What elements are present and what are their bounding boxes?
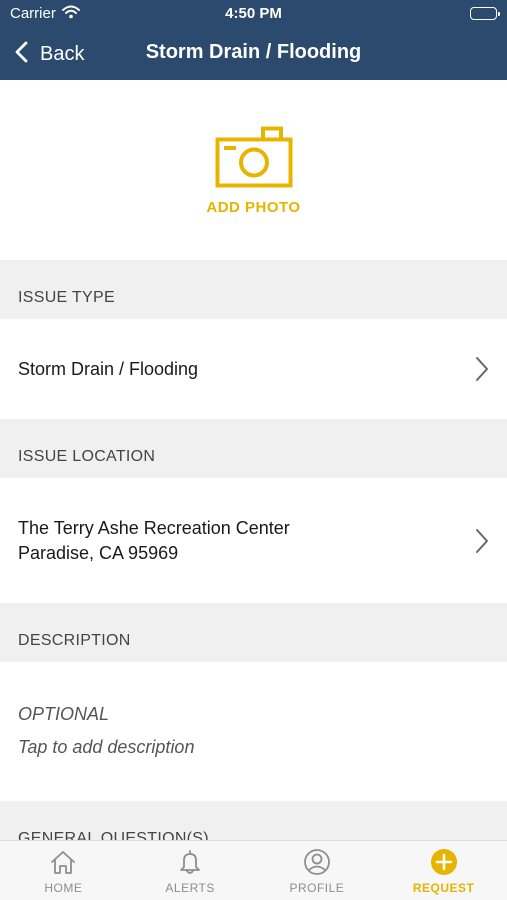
tab-bar: HOME ALERTS PROFILE REQUEST (0, 840, 507, 900)
navigation-bar: Back Storm Drain / Flooding (0, 28, 507, 80)
chevron-right-icon (475, 528, 489, 559)
issue-location-row[interactable]: The Terry Ashe Recreation Center Paradis… (0, 478, 507, 603)
status-time: 4:50 PM (225, 5, 282, 22)
description-optional-label: OPTIONAL (18, 704, 110, 724)
description-field[interactable]: OPTIONAL Tap to add description (0, 662, 507, 801)
description-placeholder: Tap to add description (18, 737, 195, 757)
battery-icon (470, 7, 500, 20)
tab-alerts[interactable]: ALERTS (127, 841, 254, 900)
description-header: DESCRIPTION (0, 603, 507, 662)
chevron-right-icon (475, 356, 489, 387)
tab-home[interactable]: HOME (0, 841, 127, 900)
home-icon (49, 849, 77, 878)
tab-alerts-label: ALERTS (165, 881, 215, 895)
issue-location-header: ISSUE LOCATION (0, 419, 507, 478)
back-label: Back (40, 42, 85, 65)
general-questions-header: GENERAL QUESTION(S) (0, 801, 507, 840)
chevron-left-icon (14, 41, 28, 68)
tab-request-label: REQUEST (412, 881, 475, 895)
plus-circle-icon (430, 849, 458, 878)
status-bar: Carrier 4:50 PM (0, 0, 507, 28)
tab-home-label: HOME (44, 881, 83, 895)
back-button[interactable]: Back (14, 38, 84, 70)
location-address: Paradise, CA 95969 (18, 542, 179, 563)
issue-type-header: ISSUE TYPE (0, 260, 507, 319)
camera-icon (215, 126, 293, 193)
tab-request[interactable]: REQUEST (380, 841, 507, 900)
issue-type-row[interactable]: Storm Drain / Flooding (0, 319, 507, 419)
tab-profile[interactable]: PROFILE (254, 841, 381, 900)
bell-icon (176, 849, 204, 878)
profile-icon (303, 849, 331, 878)
add-photo-label: ADD PHOTO (206, 199, 301, 216)
issue-type-value: Storm Drain / Flooding (18, 358, 199, 379)
location-name: The Terry Ashe Recreation Center (18, 517, 290, 538)
tab-profile-label: PROFILE (289, 881, 345, 895)
request-form[interactable]: ADD PHOTO ISSUE TYPE Storm Drain / Flood… (0, 80, 507, 840)
add-photo-button[interactable]: ADD PHOTO (0, 80, 507, 260)
